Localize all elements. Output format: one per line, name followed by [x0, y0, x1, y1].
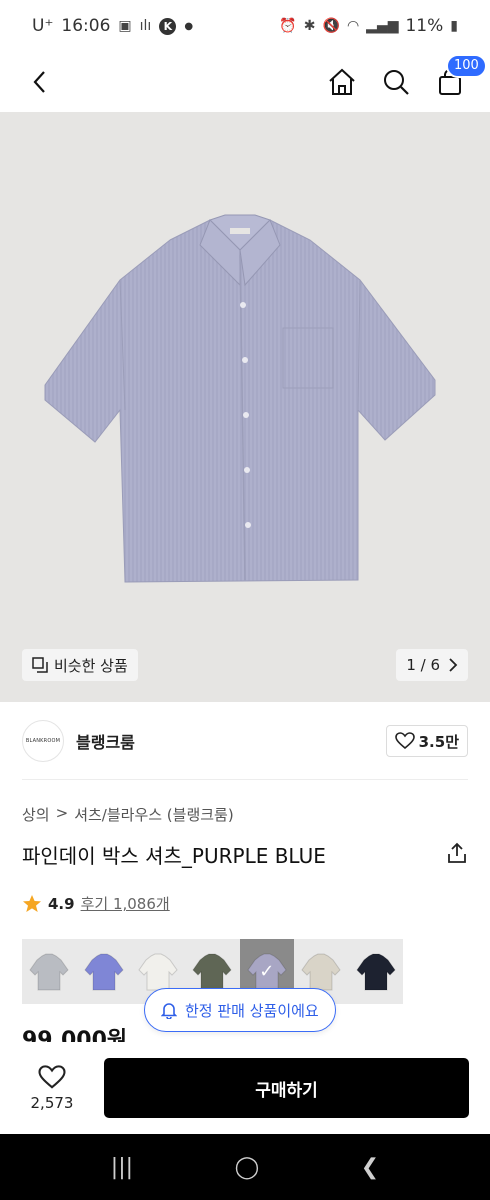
bluetooth-icon: ✱	[303, 18, 316, 34]
clock: 16:06	[61, 16, 111, 36]
shirt-thumbnail-icon	[29, 953, 69, 990]
shirt-thumbnail-icon	[192, 953, 233, 990]
brand-logo[interactable]: BLANKROOM	[22, 720, 64, 762]
product-price: 99,000원	[22, 1028, 128, 1042]
title-row: 파인데이 박스 셔츠_PURPLE BLUE	[22, 840, 468, 869]
recent-apps-icon[interactable]: |||	[111, 1155, 133, 1180]
heart-icon	[38, 1064, 66, 1089]
share-button[interactable]	[446, 842, 468, 868]
status-bar: U⁺ 16:06 ▣ ılı K ● ⏰ ✱ 🔇 ◠ ▂▄▆ 11% ▮	[0, 0, 490, 52]
carrier-label: U⁺	[32, 16, 54, 36]
home-button[interactable]	[326, 66, 358, 98]
brand-name[interactable]: 블랭크룸	[76, 729, 135, 753]
rating-value: 4.9	[48, 894, 75, 913]
color-swatch-navy[interactable]	[348, 939, 403, 1004]
reviews-link[interactable]: 후기 1,086개	[81, 893, 170, 914]
breadcrumb-category[interactable]: 상의	[22, 804, 50, 825]
limited-sale-badge: 한정 판매 상품이에요	[144, 988, 336, 1032]
shirt-thumbnail-icon	[301, 953, 341, 990]
star-icon	[23, 894, 41, 912]
bell-icon	[161, 1003, 177, 1019]
breadcrumb-separator: >	[55, 804, 69, 822]
back-button[interactable]	[24, 66, 56, 98]
product-title: 파인데이 박스 셔츠_PURPLE BLUE	[22, 844, 326, 868]
brand-like-button[interactable]: 3.5만	[385, 725, 468, 757]
similar-products-label: 비슷한 상품	[54, 656, 128, 675]
home-icon	[329, 68, 355, 95]
brand-row: BLANKROOM 블랭크룸 3.5만	[22, 716, 468, 766]
shirt-thumbnail-icon	[355, 953, 396, 990]
share-icon	[448, 842, 466, 863]
brand-like-count: 3.5만	[418, 732, 459, 751]
top-nav: 100	[0, 52, 490, 112]
search-button[interactable]	[380, 66, 412, 98]
wish-button[interactable]: 2,573	[0, 1064, 104, 1112]
breadcrumb: 상의 > 셔츠/블라우스 (블랭크룸)	[22, 804, 234, 825]
divider	[22, 779, 468, 780]
similar-icon	[32, 657, 48, 673]
battery-icon: ▮	[450, 18, 458, 34]
brand-logo-text: BLANKROOM	[25, 738, 61, 744]
mute-icon: 🔇	[322, 18, 340, 34]
image-pager-label: 1 / 6	[406, 656, 440, 674]
limited-sale-label: 한정 판매 상품이에요	[185, 1001, 319, 1020]
wifi-icon: ◠	[346, 18, 360, 34]
alarm-icon: ⏰	[279, 18, 297, 34]
home-circle-icon[interactable]: ◯	[235, 1155, 260, 1180]
product-image[interactable]: 비슷한 상품 1 / 6	[0, 112, 490, 702]
color-swatch-gray[interactable]	[22, 939, 77, 1004]
buy-button-label: 구매하기	[255, 1080, 318, 1101]
buy-button[interactable]: 구매하기	[104, 1058, 469, 1118]
shirt-thumbnail-icon	[83, 953, 124, 990]
cart-button[interactable]: 100	[434, 54, 487, 98]
notification-dot-icon: ●	[184, 20, 194, 32]
shirt-image	[44, 214, 436, 583]
shirt-thumbnail-icon	[138, 953, 178, 990]
k-app-icon: K	[159, 17, 177, 35]
color-swatch-purple-blue[interactable]	[76, 939, 131, 1004]
heart-icon	[394, 732, 415, 750]
similar-products-button[interactable]: 비슷한 상품	[22, 649, 138, 681]
check-icon: ✓	[259, 961, 275, 982]
buy-bar: 2,573 구매하기	[0, 1042, 490, 1134]
breadcrumb-subcategory[interactable]: 셔츠/블라우스 (블랭크룸)	[74, 804, 234, 825]
back-chevron-icon[interactable]: ❮	[361, 1155, 379, 1180]
system-nav-bar: ||| ◯ ❮	[0, 1134, 490, 1200]
wish-count: 2,573	[30, 1093, 74, 1112]
search-icon	[384, 70, 409, 95]
image-pager[interactable]: 1 / 6	[396, 649, 468, 681]
rating-row: 4.9 후기 1,086개	[22, 893, 170, 914]
chevron-right-icon	[449, 658, 458, 672]
signal-icon: ▂▄▆	[366, 18, 399, 34]
cart-count-badge: 100	[446, 54, 487, 78]
soundwave-icon: ılı	[139, 18, 152, 34]
gallery-icon: ▣	[118, 18, 132, 34]
battery-percent: 11%	[405, 16, 444, 36]
chevron-left-icon	[33, 71, 45, 93]
